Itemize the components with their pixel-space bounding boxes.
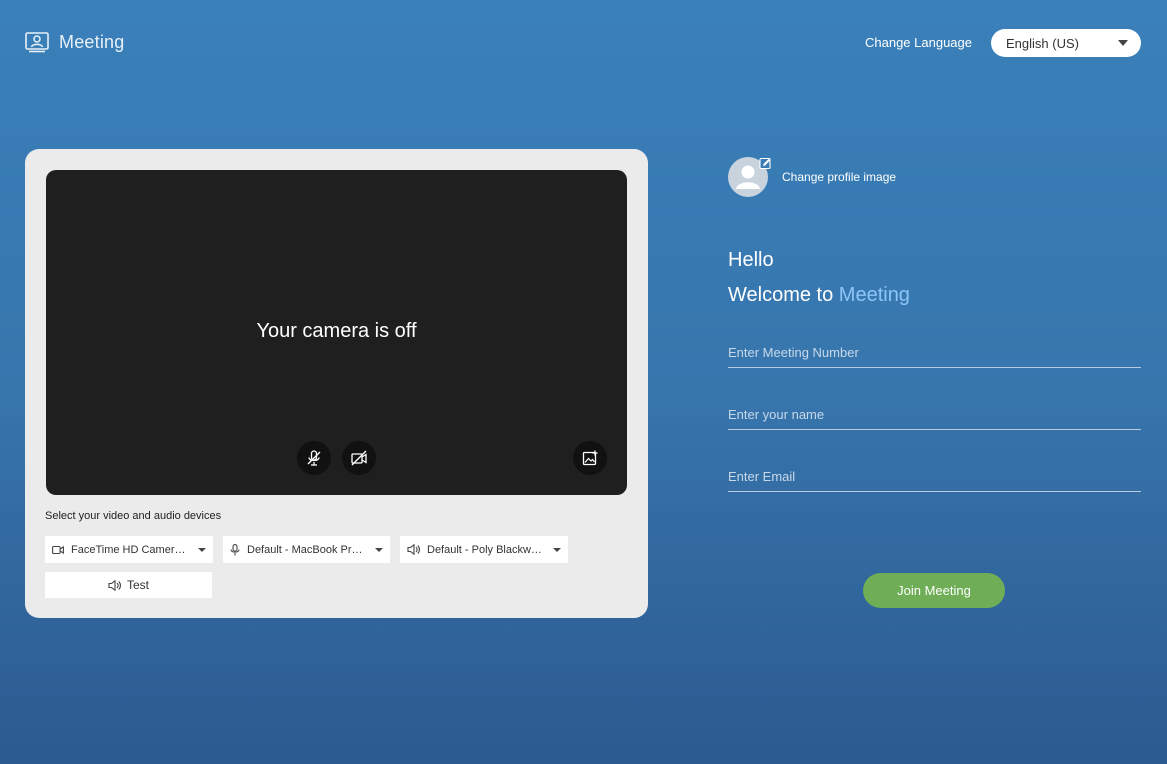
toggle-camera-button[interactable] [342,441,376,475]
name-input[interactable] [728,400,1141,430]
camera-device-value: FaceTime HD Camer… [71,543,186,556]
language-selected-value: English (US) [1006,35,1079,51]
greeting-text: Hello [728,249,774,271]
join-meeting-button[interactable]: Join Meeting [863,573,1005,608]
microphone-device-value: Default - MacBook Pr… [247,543,363,556]
speaker-device-value: Default - Poly Blackw… [427,543,542,556]
camera-device-select[interactable]: FaceTime HD Camer… [45,536,213,563]
chevron-down-icon [375,548,383,552]
meeting-number-input[interactable] [728,338,1141,368]
profile-section[interactable]: Change profile image [728,157,896,197]
meeting-logo-icon [25,32,49,53]
preview-card: Your camera is off Select your video and… [25,149,648,618]
microphone-icon [230,543,240,555]
chevron-down-icon [553,548,561,552]
language-select[interactable]: English (US) [991,29,1141,57]
welcome-prefix: Welcome to [728,284,839,306]
camera-status-text: Your camera is off [256,320,417,342]
test-speaker-button[interactable]: Test [45,572,212,598]
change-profile-image-link[interactable]: Change profile image [782,170,896,184]
change-language-label: Change Language [865,35,972,50]
speaker-icon [108,579,121,591]
speaker-device-select[interactable]: Default - Poly Blackw… [400,536,568,563]
welcome-app-name: Meeting [838,284,910,306]
background-effects-button[interactable] [573,441,607,475]
chevron-down-icon [198,548,206,552]
app-logo: Meeting [25,31,124,53]
mic-muted-icon [307,450,321,466]
video-preview: Your camera is off [46,170,627,495]
video-camera-icon [52,545,64,554]
test-label: Test [126,578,149,592]
app-title: Meeting [59,31,125,52]
camera-off-icon [351,450,367,466]
avatar[interactable] [728,157,771,197]
devices-label: Select your video and audio devices [45,510,222,522]
mute-mic-button[interactable] [297,441,331,475]
email-input[interactable] [728,462,1141,492]
welcome-text: Welcome to Meeting [728,284,910,307]
chevron-down-icon [1118,40,1128,46]
speaker-icon [407,544,420,555]
background-effects-icon [582,450,598,466]
edit-icon [759,157,771,170]
microphone-device-select[interactable]: Default - MacBook Pr… [223,536,390,563]
